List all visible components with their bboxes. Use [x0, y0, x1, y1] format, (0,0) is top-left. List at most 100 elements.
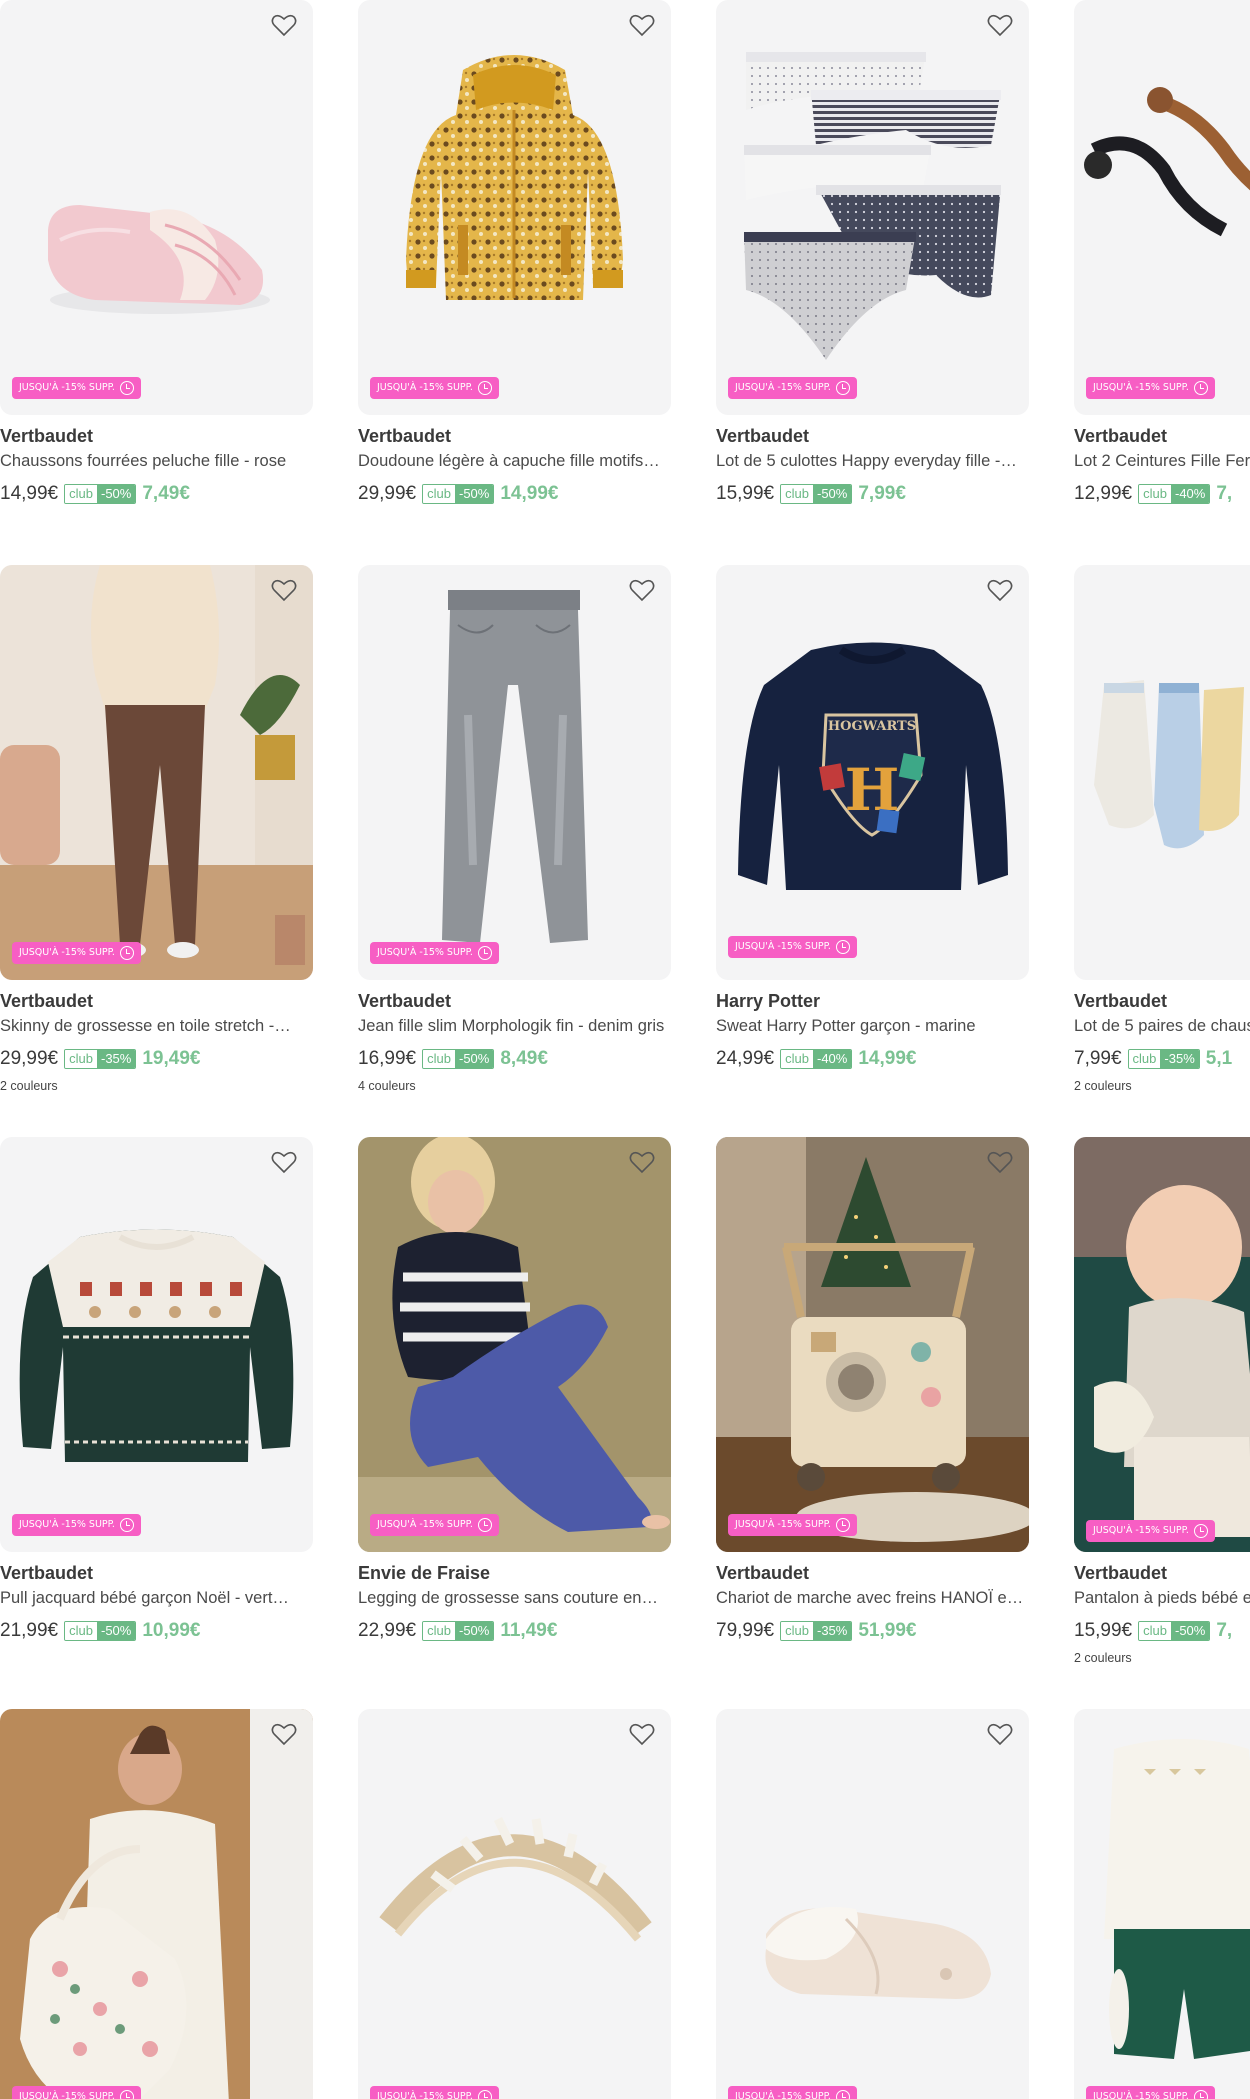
- color-count: 2 couleurs: [1074, 1651, 1132, 1665]
- promo-badge: JUSQU'À -15% SUPP.: [12, 942, 141, 964]
- product-image[interactable]: JUSQU'À -15% SUPP.: [716, 1137, 1029, 1552]
- price-row: 14,99€ club -50% 7,49€: [0, 483, 313, 505]
- favorite-button[interactable]: [269, 10, 299, 40]
- product-name[interactable]: Pantalon à pieds bébé e: [1074, 1585, 1250, 1611]
- product-card[interactable]: JUSQU'À -15% SUPP. Vertbaudet Pull jacqu…: [0, 1137, 313, 1642]
- product-card[interactable]: JUSQU'À -15% SUPP. Vertbaudet Chaussons …: [0, 0, 313, 505]
- pink-slippers-image: [48, 205, 270, 314]
- product-card[interactable]: [358, 1709, 671, 2099]
- product-card[interactable]: JUSQU'À -15% SUPP. Vertbaudet Chariot de…: [716, 1137, 1029, 1642]
- product-card[interactable]: JUSQU'À -15% SUPP. Vertbaudet Jean fille…: [358, 565, 671, 1093]
- clock-icon: [835, 940, 850, 954]
- original-price: 29,99€: [358, 483, 417, 504]
- favorite-button[interactable]: [269, 1147, 299, 1177]
- product-card[interactable]: HOGWARTS H JUSQU'À -15% SUPP. Harry Pott…: [716, 565, 1029, 1070]
- promo-label: JUSQU'À -15% SUPP.: [1093, 2091, 1189, 2099]
- product-card[interactable]: JUSQU'À -15% SUPP. Vertbaudet Pantalon à…: [1074, 1137, 1250, 1665]
- price-row: 7,99€ club -35% 5,1: [1074, 1048, 1250, 1070]
- price-row: 21,99€ club -50% 10,99€: [0, 1620, 313, 1642]
- product-image[interactable]: JUSQU'À -15% SUPP.: [358, 1137, 671, 1552]
- product-card[interactable]: JUSQU'À -15% SUPP. Vertbaudet Doudoune l…: [358, 0, 671, 505]
- club-label: club: [423, 1050, 455, 1068]
- heart-icon: [629, 14, 655, 37]
- product-name[interactable]: Chaussons fourrées peluche fille - rose: [0, 448, 313, 474]
- product-name[interactable]: Pull jacquard bébé garçon Noël - vert…: [0, 1585, 313, 1611]
- product-card[interactable]: [716, 1709, 1029, 2099]
- original-price: 15,99€: [716, 483, 775, 504]
- promo-badge: JUSQU'À -15% SUPP.: [12, 2086, 141, 2099]
- product-image[interactable]: [1074, 1709, 1250, 2099]
- club-label: club: [423, 1622, 455, 1640]
- product-card[interactable]: JUSQU'À -15% SUPP. Envie de Fraise Leggi…: [358, 1137, 671, 1642]
- product-name[interactable]: Lot de 5 culottes Happy everyday fille -…: [716, 448, 1029, 474]
- product-name[interactable]: Legging de grossesse sans couture en…: [358, 1585, 671, 1611]
- favorite-button[interactable]: [269, 1719, 299, 1749]
- promo-label: JUSQU'À -15% SUPP.: [377, 2091, 473, 2099]
- product-image[interactable]: JUSQU'À -15% SUPP.: [358, 565, 671, 980]
- socks-image: [1094, 680, 1244, 849]
- promo-badge: JUSQU'À -15% SUPP.: [12, 377, 141, 399]
- heart-icon: [987, 1723, 1013, 1746]
- favorite-button[interactable]: [269, 575, 299, 605]
- heart-icon: [987, 579, 1013, 602]
- product-card[interactable]: JUSQU'À -15% SUPP. Vertbaudet Skinny de …: [0, 565, 313, 1093]
- promo-label: JUSQU'À -15% SUPP.: [1093, 1525, 1189, 1536]
- product-image[interactable]: [716, 1709, 1029, 2099]
- product-image[interactable]: HOGWARTS H JUSQU'À -15% SUPP.: [716, 565, 1029, 980]
- favorite-button[interactable]: [627, 575, 657, 605]
- club-price: 7,: [1216, 483, 1233, 504]
- product-image[interactable]: [358, 1709, 671, 2099]
- favorite-button[interactable]: [985, 10, 1015, 40]
- maternity-skinny-image: [0, 565, 313, 980]
- product-image[interactable]: JUSQU'À -15% SUPP.: [1074, 0, 1250, 415]
- favorite-button[interactable]: [627, 1719, 657, 1749]
- promo-badge: JUSQU'À -15% SUPP.: [728, 377, 857, 399]
- product-name[interactable]: Sweat Harry Potter garçon - marine: [716, 1013, 1029, 1039]
- club-badge: club -50%: [422, 1621, 495, 1641]
- original-price: 29,99€: [0, 1048, 59, 1069]
- product-image[interactable]: JUSQU'À -15% SUPP.: [0, 1137, 313, 1552]
- product-image[interactable]: [0, 1709, 313, 2099]
- product-image[interactable]: JUSQU'À -15% SUPP.: [1074, 1137, 1250, 1552]
- product-card[interactable]: [0, 1709, 313, 2099]
- product-name[interactable]: Jean fille slim Morphologik fin - denim …: [358, 1013, 671, 1039]
- product-name[interactable]: Lot 2 Ceintures Fille Fer: [1074, 448, 1250, 474]
- price-row: 29,99€ club -50% 14,99€: [358, 483, 671, 505]
- product-name[interactable]: Chariot de marche avec freins HANOÏ en…: [716, 1585, 1029, 1611]
- original-price: 22,99€: [358, 1620, 417, 1641]
- christmas-sweater-image: [19, 1229, 294, 1462]
- club-price: 7,99€: [858, 483, 906, 504]
- cream-slippers-image: [765, 1907, 991, 1999]
- club-price: 5,1: [1205, 1048, 1233, 1069]
- club-label: club: [65, 1050, 97, 1068]
- discount-percent: -35%: [1160, 1050, 1199, 1068]
- favorite-button[interactable]: [985, 1719, 1015, 1749]
- favorite-button[interactable]: [627, 1147, 657, 1177]
- favorite-button[interactable]: [985, 575, 1015, 605]
- product-card[interactable]: [1074, 1709, 1250, 2099]
- favorite-button[interactable]: [985, 1147, 1015, 1177]
- product-name[interactable]: Lot de 5 paires de chaus: [1074, 1013, 1250, 1039]
- product-image[interactable]: JUSQU'À -15% SUPP.: [0, 0, 313, 415]
- product-name[interactable]: Skinny de grossesse en toile stretch -…: [0, 1013, 313, 1039]
- product-image[interactable]: JUSQU'À -15% SUPP.: [358, 0, 671, 415]
- product-card[interactable]: JUSQU'À -15% SUPP. Vertbaudet Lot 2 Cein…: [1074, 0, 1250, 505]
- favorite-button[interactable]: [627, 10, 657, 40]
- product-card[interactable]: Vertbaudet Lot de 5 paires de chaus 7,99…: [1074, 565, 1250, 1093]
- promo-badge: JUSQU'À -15% SUPP.: [1086, 377, 1215, 399]
- clock-icon: [477, 1518, 492, 1532]
- product-image[interactable]: JUSQU'À -15% SUPP.: [716, 0, 1029, 415]
- original-price: 24,99€: [716, 1048, 775, 1069]
- product-grid: JUSQU'À -15% SUPP. Vertbaudet Chaussons …: [0, 0, 1250, 2099]
- promo-badge: JUSQU'À -15% SUPP.: [370, 942, 499, 964]
- price-row: 79,99€ club -35% 51,99€: [716, 1620, 1029, 1642]
- product-card[interactable]: JUSQU'À -15% SUPP. Vertbaudet Lot de 5 c…: [716, 0, 1029, 505]
- club-badge: club -40%: [780, 1049, 853, 1069]
- color-count: 4 couleurs: [358, 1079, 416, 1093]
- product-name[interactable]: Doudoune légère à capuche fille motifs…: [358, 448, 671, 474]
- product-image[interactable]: [1074, 565, 1250, 980]
- product-image[interactable]: JUSQU'À -15% SUPP.: [0, 565, 313, 980]
- clock-icon: [119, 1518, 134, 1532]
- club-badge: club -50%: [64, 484, 137, 504]
- discount-percent: -50%: [454, 485, 494, 503]
